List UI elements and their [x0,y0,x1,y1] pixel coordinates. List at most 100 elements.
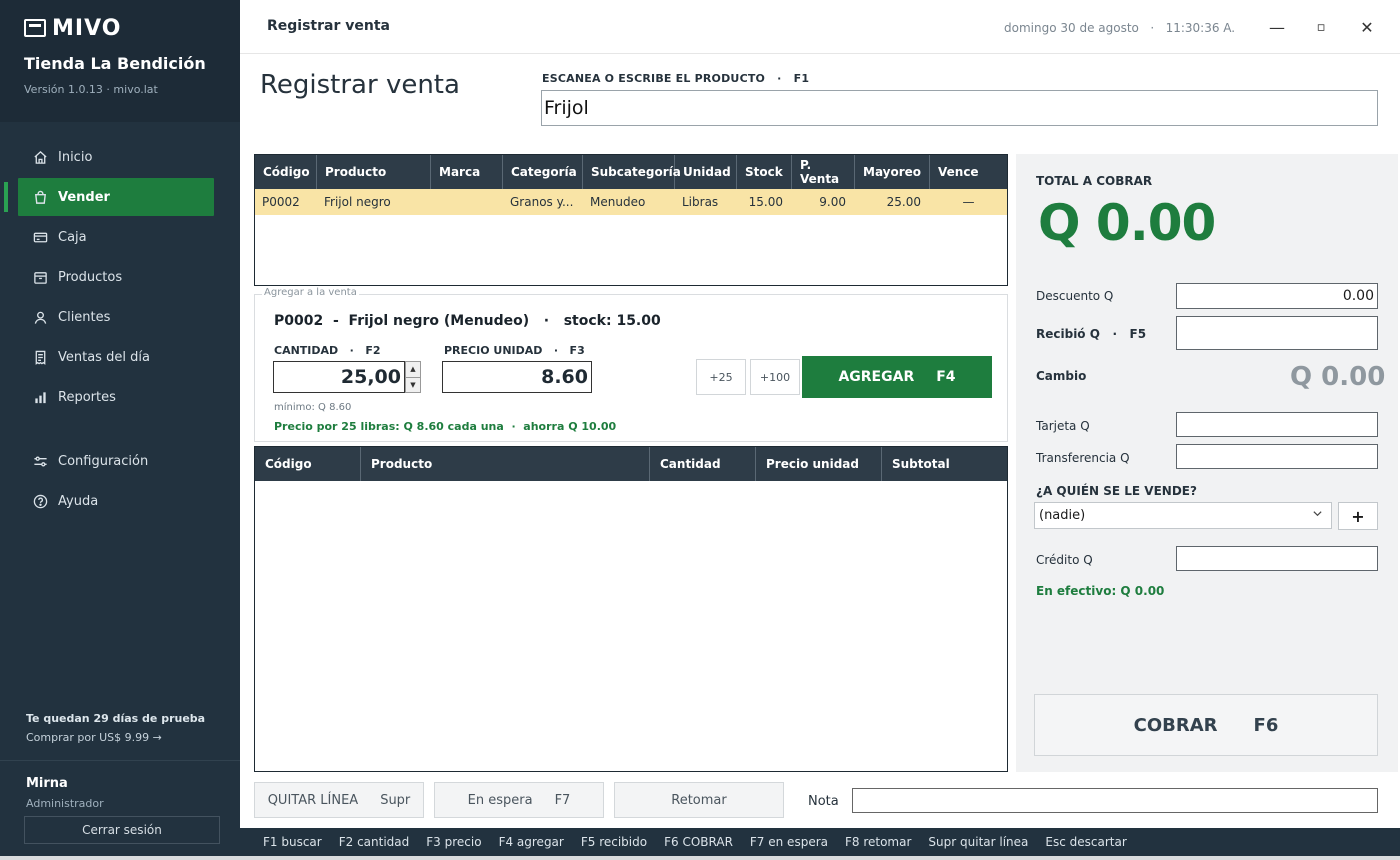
nav-item-clientes[interactable]: Clientes [18,298,214,336]
nav-item-productos[interactable]: Productos [18,258,214,296]
received-input[interactable] [1176,316,1378,350]
column-header[interactable]: Producto [361,447,650,481]
nav-item-vender[interactable]: Vender [4,178,214,216]
discount-label: Descuento Q [1036,289,1114,303]
quick-add-100-button[interactable]: +100 [750,359,800,395]
decrement-icon[interactable]: ▼ [406,376,420,393]
change-amount: Q 0.00 [1290,362,1386,392]
shortcut-hint: F6 COBRAR [664,835,733,849]
charge-button-label: COBRAR [1133,714,1218,736]
column-header[interactable]: Código [255,155,317,189]
shortcut-hint: F7 en espera [749,835,828,849]
charge-button[interactable]: COBRAR F6 [1034,694,1378,756]
hold-sale-button[interactable]: En espera F7 [434,782,604,818]
nav-item-caja[interactable]: Caja [18,218,214,256]
nav-label: Vender [58,189,110,205]
increment-icon[interactable]: ▲ [406,362,420,377]
column-header[interactable]: Subtotal [882,447,1007,481]
page-title: Registrar venta [260,70,460,100]
nav-label: Inicio [58,149,93,165]
nav-item-configuracion[interactable]: Configuración [18,442,214,480]
cell-producto: Frijol negro [324,195,391,209]
nav-item-ayuda[interactable]: Ayuda [18,482,214,520]
cell-precio-venta: 9.00 [819,195,846,209]
cell-marca [431,189,503,215]
credit-input[interactable] [1176,546,1378,571]
cash-register-icon [32,229,48,245]
cell-stock: 15.00 [748,195,783,209]
remove-line-button[interactable]: QUITAR LÍNEA Supr [254,782,424,818]
logout-button[interactable]: Cerrar sesión [24,816,220,844]
nav-label: Configuración [58,453,149,469]
quantity-input[interactable]: 25,00 [273,361,405,393]
customer-select[interactable]: (nadie) [1034,502,1332,529]
column-header[interactable]: Categoría [503,155,583,189]
help-circle-icon [32,493,48,509]
column-header[interactable]: Subcategoría [583,155,681,189]
received-label: Recibió Q · F5 [1036,327,1147,341]
cart-table: Código Producto Cantidad Precio unidad S… [254,446,1008,772]
column-header[interactable]: Cantidad [650,447,756,481]
card-input[interactable] [1176,412,1378,437]
cash-amount: En efectivo: Q 0.00 [1036,584,1165,598]
scan-label: ESCANEA O ESCRIBE EL PRODUCTO · F1 [542,72,810,85]
brand-header: MIVO Tienda La Bendición Versión 1.0.13 … [0,0,240,122]
column-header[interactable]: Precio unidad [756,447,882,481]
column-header[interactable]: P. Venta [792,155,855,189]
nav-label: Ventas del día [58,349,150,365]
sidebar-divider [0,760,240,761]
resume-sale-button[interactable]: Retomar [614,782,784,818]
add-to-sale-legend: Agregar a la venta [262,287,359,298]
table-header: Código Producto Marca Categoría Subcateg… [255,155,1007,189]
sidebar: MIVO Tienda La Bendición Versión 1.0.13 … [0,0,240,860]
user-name: Mirna [26,776,68,791]
receipt-icon [32,349,48,365]
add-customer-button[interactable]: + [1338,502,1378,530]
change-label: Cambio [1036,369,1087,383]
total-label: TOTAL A COBRAR [1036,174,1153,188]
transfer-input[interactable] [1176,444,1378,469]
cell-codigo: P0002 [262,195,300,209]
table-row[interactable]: P0002 Frijol negro Granos y... Menudeo L… [255,189,1007,215]
nav-item-ventas-del-dia[interactable]: Ventas del día [18,338,214,376]
hold-sale-key: F7 [554,792,571,808]
shortcut-hint: Supr quitar línea [928,835,1029,849]
column-header[interactable]: Unidad [675,155,737,189]
column-header[interactable]: Código [255,447,361,481]
nav-item-inicio[interactable]: Inicio [18,138,214,176]
note-input[interactable] [852,788,1378,813]
product-results-table: Código Producto Marca Categoría Subcateg… [254,154,1008,286]
nav-label: Reportes [58,389,116,405]
column-header[interactable]: Vence [930,155,1007,189]
nav-label: Productos [58,269,123,285]
shortcuts-bar: F1 buscar F2 cantidad F3 precio F4 agreg… [240,828,1400,856]
transfer-label: Transferencia Q [1036,451,1130,465]
quantity-label: CANTIDAD · F2 [274,344,381,357]
nav-item-reportes[interactable]: Reportes [18,378,214,416]
product-search-input[interactable]: Frijol [541,90,1378,126]
quantity-stepper[interactable]: ▲ ▼ [405,361,421,393]
quick-add-25-button[interactable]: +25 [696,359,746,395]
user-role: Administrador [26,797,104,810]
unit-price-input[interactable]: 8.60 [442,361,592,393]
buy-license-link[interactable]: Comprar por US$ 9.99 → [26,731,205,744]
column-header[interactable]: Mayoreo [855,155,930,189]
minimize-button[interactable]: — [1262,14,1292,40]
close-button[interactable]: ✕ [1352,14,1382,40]
box-icon [32,269,48,285]
table-header: Código Producto Cantidad Precio unidad S… [255,447,1007,481]
app-window: MIVO Tienda La Bendición Versión 1.0.13 … [0,0,1400,860]
shortcut-hint: F2 cantidad [338,835,410,849]
column-header[interactable]: Stock [737,155,792,189]
maximize-button[interactable]: ▫ [1306,14,1336,40]
cell-vence: — [962,195,975,209]
shortcut-hint: F5 recibido [580,835,648,849]
user-icon [32,309,48,325]
column-header[interactable]: Producto [317,155,431,189]
logo: MIVO [24,14,240,42]
discount-input[interactable]: 0.00 [1176,283,1378,309]
nav-label: Clientes [58,309,111,325]
store-name: Tienda La Bendición [24,54,206,73]
add-to-sale-button[interactable]: AGREGAR F4 [802,356,992,398]
column-header[interactable]: Marca [431,155,503,189]
